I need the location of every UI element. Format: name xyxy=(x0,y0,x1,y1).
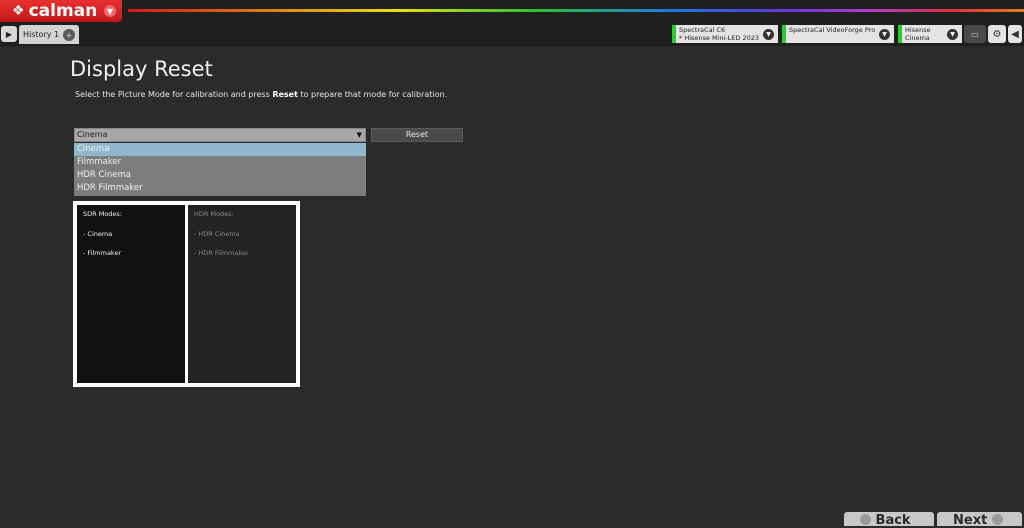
option-hdr-cinema[interactable]: HDR Cinema xyxy=(74,169,366,182)
add-tab-icon[interactable]: + xyxy=(63,29,75,41)
gear-icon[interactable]: ⚙ xyxy=(988,25,1006,43)
hdr-mode-item: - HDR Filmmaker xyxy=(194,249,249,257)
meter-device-selector[interactable]: SpectraCal C6 * Hisense Mini-LED 2023 ▼ xyxy=(672,25,778,43)
page-title: Display Reset xyxy=(70,57,213,81)
sdr-mode-item: - Cinema xyxy=(83,230,113,238)
back-button[interactable]: Back xyxy=(844,512,934,528)
calman-logo-text: calman xyxy=(28,1,98,21)
next-label: Next xyxy=(953,513,988,528)
tab-label: History 1 xyxy=(23,30,60,39)
tab-history-1[interactable]: History 1 + xyxy=(19,25,79,44)
chevron-down-icon[interactable]: ▼ xyxy=(104,5,116,17)
hdr-mode-item: - HDR Cinema xyxy=(194,230,240,238)
tab-row: ▶ History 1 + SpectraCal C6 * Hisense Mi… xyxy=(0,22,1024,46)
selected-value: Cinema xyxy=(77,130,108,139)
description-text: Select the Picture Mode for calibration … xyxy=(75,90,273,99)
sdr-modes-title: SDR Modes: xyxy=(83,210,122,218)
chevron-down-icon[interactable]: ▼ xyxy=(763,29,774,40)
calman-logo-icon: ❖ xyxy=(12,3,25,19)
monitor-icon[interactable]: ▭ xyxy=(964,25,986,43)
hdr-modes-title: HDR Modes: xyxy=(194,210,234,218)
chevron-down-icon[interactable]: ▼ xyxy=(879,29,890,40)
page-description: Select the Picture Mode for calibration … xyxy=(75,90,447,99)
chevron-down-icon[interactable]: ▼ xyxy=(947,29,958,40)
description-text-end: to prepare that mode for calibration. xyxy=(297,90,448,99)
back-arrow-icon xyxy=(860,514,871,525)
display-device-selector[interactable]: Hisense Cinema ▼ xyxy=(898,25,962,43)
modes-panel: SDR Modes: - Cinema - Filmmaker HDR Mode… xyxy=(73,201,300,387)
picture-mode-options: Cinema Filmmaker HDR Cinema HDR Filmmake… xyxy=(74,143,366,196)
picture-mode-select[interactable]: Cinema ▼ xyxy=(74,128,366,142)
sdr-mode-item: - Filmmaker xyxy=(83,249,122,257)
rainbow-divider xyxy=(128,9,1024,12)
hdr-modes-panel: HDR Modes: - HDR Cinema - HDR Filmmaker xyxy=(188,205,296,383)
pattern-generator-selector[interactable]: SpectraCal VideoForge Pro ▼ xyxy=(782,25,894,43)
collapse-icon[interactable]: ◀ xyxy=(1008,25,1022,43)
play-icon[interactable]: ▶ xyxy=(1,26,17,42)
chevron-down-icon[interactable]: ▼ xyxy=(357,129,362,141)
next-button[interactable]: Next xyxy=(937,512,1022,528)
option-filmmaker[interactable]: Filmmaker xyxy=(74,156,366,169)
option-hdr-filmmaker[interactable]: HDR Filmmaker xyxy=(74,182,366,195)
sdr-modes-panel: SDR Modes: - Cinema - Filmmaker xyxy=(77,205,185,383)
top-bar: ❖ calman ▼ xyxy=(0,0,1024,22)
option-cinema[interactable]: Cinema xyxy=(74,143,366,156)
description-emphasis: Reset xyxy=(272,90,298,99)
calman-menu-button[interactable]: ❖ calman ▼ xyxy=(0,0,122,22)
back-label: Back xyxy=(875,513,911,528)
reset-button[interactable]: Reset xyxy=(371,128,463,142)
next-arrow-icon xyxy=(991,514,1003,525)
